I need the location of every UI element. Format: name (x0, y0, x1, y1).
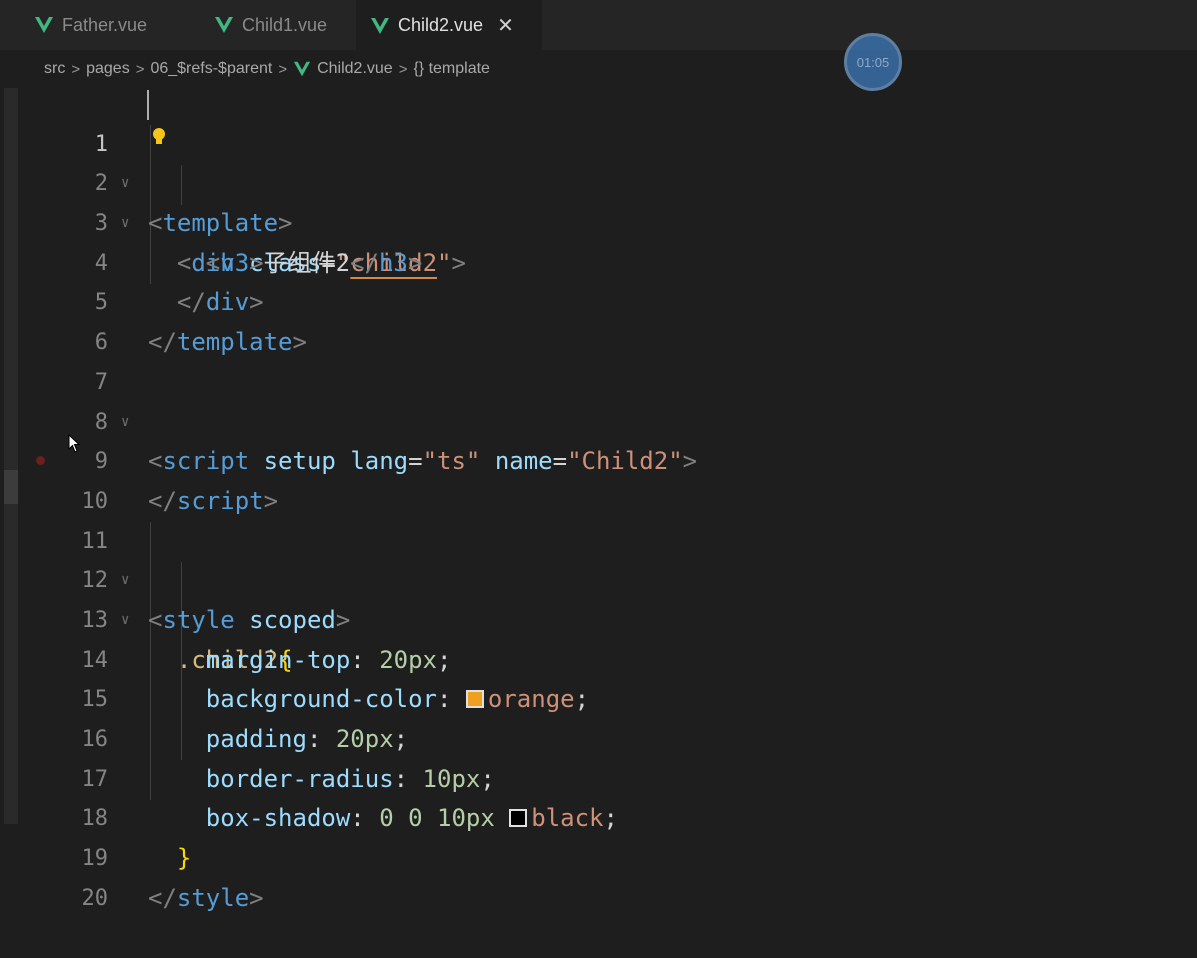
recording-timer[interactable]: 01:05 (844, 33, 902, 91)
code-line: 5 </template> (0, 244, 1197, 356)
code-line: 10 (0, 442, 1197, 514)
vue-file-icon (293, 61, 311, 77)
breakpoint-marker[interactable] (36, 456, 45, 465)
line-number: 20 (81, 885, 109, 911)
code-line: 6 (0, 283, 1197, 355)
code-line: 9 </script> (0, 403, 1197, 515)
vue-file-icon (35, 17, 53, 33)
code-line: 20 (0, 839, 1197, 911)
chevron-right-icon: > (135, 60, 145, 78)
token: style (176, 883, 250, 912)
code-line: 7 ∨ <script setup lang="ts" name="Child2… (0, 323, 1197, 475)
breadcrumb-item-folder[interactable]: 06_$refs-$parent (150, 60, 272, 78)
tab-label: Child2.vue (398, 15, 484, 35)
tab-label: Father.vue (62, 14, 148, 35)
text-cursor (147, 90, 149, 120)
breadcrumb-item-file[interactable]: Child2.vue (317, 60, 393, 78)
code-line: 3 <h3>子组件2</h3> (0, 164, 1197, 277)
breadcrumb: src > pages > 06_$refs-$parent > Child2.… (0, 50, 1197, 88)
code-editor[interactable]: 1 ∨ <template> 2 ∨ <div class="child2"> … (0, 85, 1197, 912)
chevron-right-icon: > (71, 60, 81, 78)
code-line: 4 </div> (0, 204, 1197, 317)
code-line: 17 box-shadow: 0 0 10px black; (0, 720, 1197, 833)
code-line: 12 ∨ .child2{ (0, 522, 1197, 673)
mouse-pointer-icon (68, 434, 81, 453)
token: </ (148, 883, 177, 912)
close-icon[interactable]: ✕ (497, 13, 514, 38)
code-line: 2 ∨ <div class="child2"> (0, 125, 1197, 276)
breadcrumb-item-src[interactable]: src (44, 60, 65, 78)
token: > (249, 883, 264, 912)
lightbulb-icon[interactable] (152, 127, 166, 147)
code-line: 18 } (0, 760, 1197, 872)
chevron-right-icon: > (398, 60, 408, 78)
code-line: 14 background-color: orange; (0, 601, 1197, 714)
tab-bar: Father.vue Child1.vue Child2.vue ✕ (0, 0, 1197, 50)
vue-file-icon (371, 17, 389, 34)
breadcrumb-item-pages[interactable]: pages (86, 60, 130, 78)
chevron-right-icon: > (278, 60, 288, 78)
breadcrumb-item-symbol[interactable]: {} template (413, 60, 490, 78)
code-line: 15 padding: 20px; (0, 641, 1197, 753)
tab-father-vue[interactable]: Father.vue (0, 0, 178, 50)
code-line: 11 ∨ <style scoped> (0, 482, 1197, 634)
tab-child2-vue[interactable]: Child2.vue ✕ (356, 0, 542, 50)
code-line: 16 border-radius: 10px; (0, 680, 1197, 793)
code-line: 13 margin-top: 20px; (0, 561, 1197, 674)
tab-label: Child1.vue (242, 14, 328, 35)
tab-child1-vue[interactable]: Child1.vue (178, 0, 356, 50)
code-line: 1 ∨ <template> (0, 85, 1197, 237)
code-line: 8 (0, 363, 1197, 435)
code-line: 19 </style> (0, 799, 1197, 912)
vue-file-icon (215, 17, 233, 33)
